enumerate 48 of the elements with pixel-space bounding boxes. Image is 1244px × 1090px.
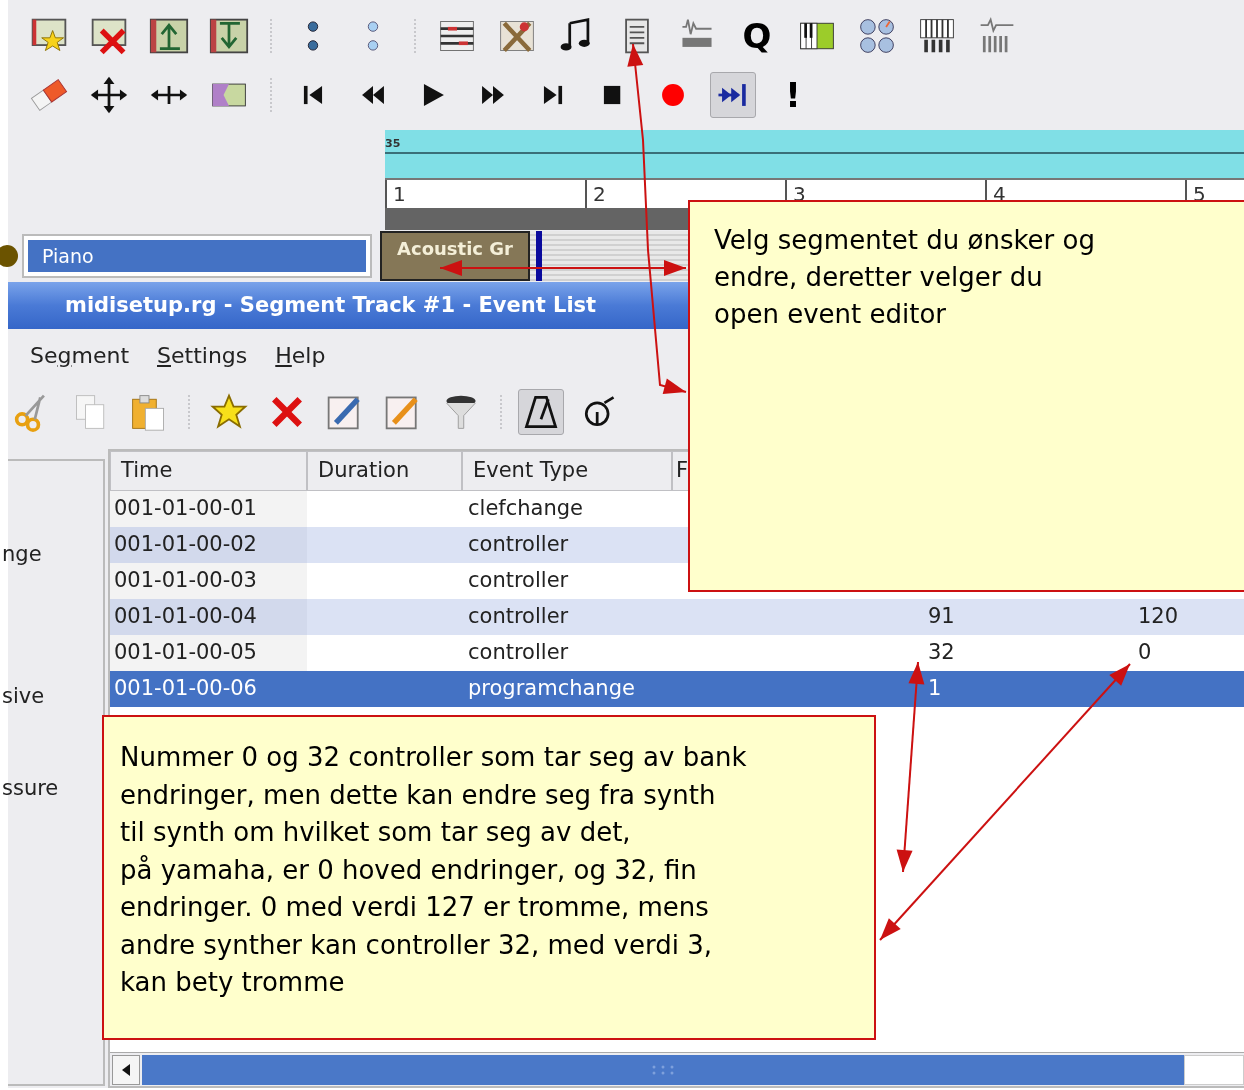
tempo-label: 35 [385, 137, 401, 150]
table-cell-text: clefchange [467, 495, 584, 523]
table-cell-text: 32 [927, 639, 956, 667]
menu-item[interactable]: Segment [30, 338, 129, 372]
left-arrow-icon [122, 1063, 130, 1076]
move-icon [89, 74, 129, 115]
table-cell-text: controller [467, 603, 570, 631]
table-cell: 001-01-00-04 [110, 599, 307, 635]
table-cell-text: controller [467, 639, 570, 667]
panel-label: nge [2, 541, 43, 568]
scroll-left-button[interactable] [112, 1054, 140, 1085]
toolbar-button[interactable]: ! [770, 71, 816, 118]
table-cell-text: 0 [1137, 639, 1153, 667]
table-row[interactable]: 001-01-00-06 programchange [110, 671, 686, 707]
scroll-thumb[interactable] [142, 1054, 1184, 1085]
table-cell-text: 1 [927, 675, 943, 703]
table-cell-text: programchange [467, 675, 636, 703]
table-row[interactable]: 001-01-00-05 controller [110, 635, 686, 671]
table-cell-text: controller [467, 567, 570, 595]
menu-item[interactable]: Settings [157, 338, 248, 372]
callout: Nummer 0 og 32 controller som tar seg av bank endringer, men dette kan endre seg fra synth til synth om hvilket som tar seg av det, på yamaha, er 0 hoved endringer, og 32, fin endringer. 0 med verdi 127 er tromme, mens andre synther kan controller 32, med verdi 3, kan bety tromme [102, 715, 876, 1040]
column-header[interactable]: Duration [307, 451, 462, 491]
panel-label: ssure [2, 775, 60, 802]
grip-icon [651, 1063, 675, 1076]
table-cell: 001-01-00-03 [110, 563, 307, 599]
column-header[interactable]: Time [110, 451, 307, 491]
segment[interactable]: Acoustic Gr [380, 231, 530, 281]
menu-item[interactable]: Help [275, 338, 326, 372]
callout: Velg segmentet du ønsker og endre, deretter velger du open event editor [688, 200, 1244, 592]
toolbar-button[interactable]: Q [734, 12, 780, 59]
track-led[interactable] [0, 245, 18, 267]
table-cell-text: 91 [927, 603, 956, 631]
table-cell-text: 120 [1137, 603, 1180, 631]
table-cell-text: 001-01-00-06 [113, 675, 258, 703]
dots-icon [306, 19, 320, 52]
table-row[interactable]: 001-01-00-04 controller [110, 599, 686, 635]
table-cell: 001-01-00-02 [110, 527, 307, 563]
toolbar-button[interactable] [518, 389, 564, 435]
table-row[interactable]: 001-01-00-03 controller [110, 563, 686, 599]
dots-icon [366, 19, 380, 52]
table-cell-text: controller [467, 531, 570, 559]
column-header[interactable]: Event Type [462, 451, 672, 491]
panel-label: sive [2, 683, 46, 710]
table-row[interactable]: 001-01-00-01 clefchange [110, 491, 686, 527]
track-name[interactable]: Piano [28, 240, 366, 272]
table-cell: 001-01-00-05 [110, 635, 307, 671]
toolbar-button[interactable] [710, 71, 756, 118]
table-cell: 001-01-00-01 [110, 491, 307, 527]
